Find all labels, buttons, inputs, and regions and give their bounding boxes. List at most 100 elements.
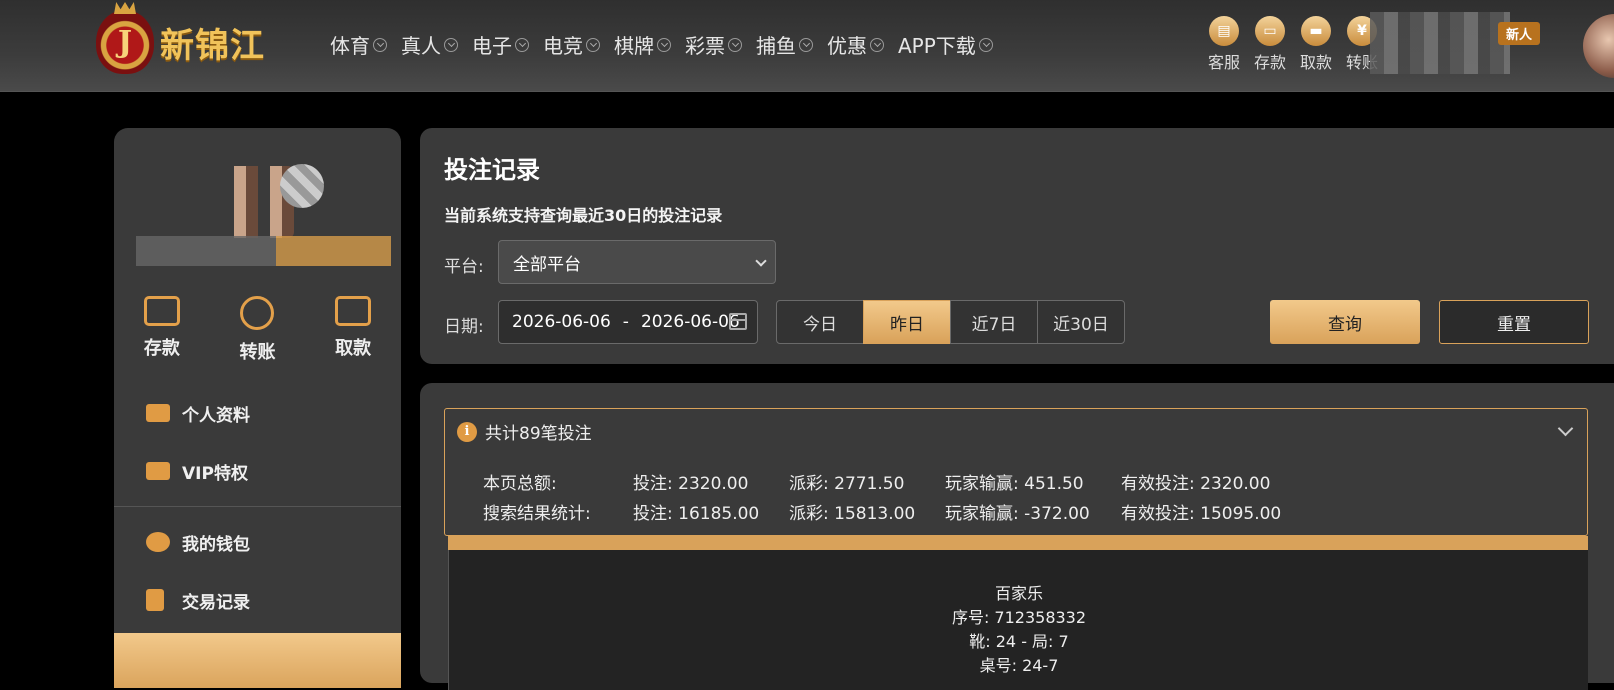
- sidebar-item-wallet[interactable]: 我的钱包: [114, 513, 401, 571]
- nav-sports[interactable]: 体育: [330, 30, 387, 59]
- search-valid-bet: 有效投注: 15095.00: [1121, 504, 1282, 524]
- date-label: 日期:: [444, 317, 484, 337]
- wallet-icon: ▭: [1255, 16, 1285, 46]
- action-label: 转账: [239, 342, 276, 363]
- nav-live-casino[interactable]: 真人: [401, 30, 458, 59]
- sidebar-item-bet-records[interactable]: [114, 633, 401, 688]
- quick-customer-service[interactable]: ▤ 客服: [1208, 16, 1240, 73]
- nav-label: 体育: [330, 34, 370, 58]
- chevron-down-icon: [978, 37, 993, 52]
- quick-date-yesterday[interactable]: 昨日: [863, 300, 951, 344]
- chevron-down-icon: [728, 37, 742, 52]
- main-nav: 体育 真人 电子 电竞 棋牌 彩票 捕鱼 优惠 APP下载: [330, 30, 1007, 59]
- chevron-down-icon: [657, 37, 671, 52]
- results-panel: i 共计89笔投注 本页总额: 投注: 2320.00 派彩: 2771.50 …: [420, 383, 1614, 690]
- wallet-icon: [143, 296, 180, 326]
- quick-date-7days[interactable]: 近7日: [950, 300, 1038, 344]
- info-icon: i: [457, 421, 477, 442]
- nav-app-download[interactable]: APP下载: [898, 30, 993, 59]
- table-row: 百家乐 序号: 712358332 靴: 24 - 局: 7 桌号: 24-7: [448, 550, 1588, 690]
- page-winloss: 玩家输赢: 451.50: [945, 474, 1084, 494]
- search-winloss: 玩家输赢: -372.00: [945, 504, 1090, 524]
- sidebar-transfer-button[interactable]: 转账: [239, 296, 275, 364]
- summary-header: i 共计89笔投注: [457, 419, 592, 444]
- page-total-label: 本页总额:: [483, 474, 557, 494]
- nav-label: 彩票: [685, 34, 725, 58]
- calendar-icon[interactable]: [729, 313, 747, 330]
- chevron-down-icon: [373, 37, 387, 52]
- sidebar-withdraw-button[interactable]: 取款: [335, 296, 372, 364]
- quick-label: 客服: [1208, 53, 1241, 72]
- sidebar-item-transactions[interactable]: 交易记录: [114, 571, 401, 629]
- search-total-label: 搜索结果统计:: [483, 504, 591, 524]
- page-valid-bet: 有效投注: 2320.00: [1121, 474, 1271, 494]
- date-range-picker[interactable]: 2026-06-06 - 2026-06-06: [498, 300, 758, 344]
- nav-fishing[interactable]: 捕鱼: [756, 30, 813, 59]
- document-icon: [146, 589, 164, 611]
- chevron-down-icon[interactable]: [1557, 420, 1574, 437]
- nav-label: 电子: [472, 34, 512, 58]
- chevron-down-icon: [755, 255, 767, 267]
- chevron-down-icon: [870, 37, 884, 52]
- sidebar-item-vip[interactable]: VIP特权: [114, 442, 401, 500]
- total-bets-count: 共计89笔投注: [485, 424, 592, 444]
- quick-date-today[interactable]: 今日: [776, 300, 864, 344]
- chevron-down-icon: [799, 37, 813, 52]
- card-icon: [335, 296, 372, 326]
- quick-withdraw[interactable]: ▬ 取款: [1300, 16, 1332, 73]
- username-blurred: [136, 236, 391, 266]
- page-subtitle: 当前系统支持查询最近30日的投注记录: [444, 206, 723, 225]
- date-start[interactable]: 2026-06-06: [512, 312, 611, 332]
- nav-promotions[interactable]: 优惠: [827, 30, 884, 59]
- sidebar-actions: 存款 转账 取款: [114, 296, 401, 364]
- nav-label: 棋牌: [614, 34, 654, 58]
- query-button[interactable]: 查询: [1270, 300, 1420, 344]
- user-avatar[interactable]: [1583, 14, 1614, 78]
- brand-logo[interactable]: J 新锦江: [96, 8, 296, 76]
- platform-value: 全部平台: [513, 254, 581, 275]
- nav-label: 电竞: [543, 34, 583, 58]
- quick-date-30days[interactable]: 近30日: [1037, 300, 1125, 344]
- summary-box[interactable]: i 共计89笔投注 本页总额: 投注: 2320.00 派彩: 2771.50 …: [444, 408, 1588, 536]
- vip-level-icon: [280, 164, 324, 208]
- action-label: 取款: [335, 338, 372, 359]
- action-label: 存款: [143, 338, 180, 359]
- sidebar-item-label: 我的钱包: [182, 534, 250, 555]
- quick-label: 存款: [1254, 53, 1287, 72]
- sidebar-deposit-button[interactable]: 存款: [143, 296, 180, 364]
- nav-slots[interactable]: 电子: [472, 30, 529, 59]
- platform-label: 平台:: [444, 257, 484, 277]
- record-serial: 序号: 712358332: [951, 608, 1087, 627]
- sidebar-item-profile[interactable]: 个人资料: [114, 384, 401, 442]
- record-shoe: 靴: 24 - 局: 7: [969, 632, 1069, 651]
- top-navbar: J 新锦江 体育 真人 电子 电竞 棋牌 彩票 捕鱼 优惠 APP下载 ▤ 客服…: [0, 0, 1614, 92]
- quick-deposit[interactable]: ▭ 存款: [1254, 16, 1286, 73]
- nav-label: 捕鱼: [756, 34, 796, 58]
- query-panel: 投注记录 当前系统支持查询最近30日的投注记录 平台: 全部平台 日期: 202…: [420, 128, 1614, 364]
- table-header-bar: [448, 536, 1588, 550]
- piggy-bank-icon: [146, 532, 170, 552]
- nav-cards[interactable]: 棋牌: [614, 30, 671, 59]
- chevron-down-icon: [586, 37, 600, 52]
- nav-esports[interactable]: 电竞: [543, 30, 600, 59]
- sidebar-item-label: VIP特权: [182, 463, 248, 484]
- search-payout: 派彩: 15813.00: [789, 504, 916, 524]
- chevron-down-icon: [444, 37, 458, 52]
- new-user-badge: 新人: [1498, 22, 1541, 45]
- search-bet: 投注: 16185.00: [633, 504, 760, 524]
- record-table: 桌号: 24-7: [979, 656, 1059, 675]
- date-end[interactable]: 2026-06-06: [641, 312, 740, 332]
- nav-label: 优惠: [827, 34, 867, 58]
- nav-label: 真人: [401, 34, 441, 58]
- chevron-down-icon: [515, 37, 529, 52]
- username-blurred: [1370, 12, 1510, 74]
- sidebar-item-label: 个人资料: [182, 405, 250, 426]
- date-separator: -: [622, 312, 629, 332]
- sidebar-item-label: 交易记录: [182, 592, 250, 613]
- reset-button[interactable]: 重置: [1439, 300, 1589, 344]
- transfer-icon: [240, 296, 275, 330]
- nav-lottery[interactable]: 彩票: [685, 30, 742, 59]
- platform-select[interactable]: 全部平台: [498, 240, 776, 284]
- record-game: 百家乐: [994, 584, 1043, 603]
- brand-name: 新锦江: [160, 25, 265, 66]
